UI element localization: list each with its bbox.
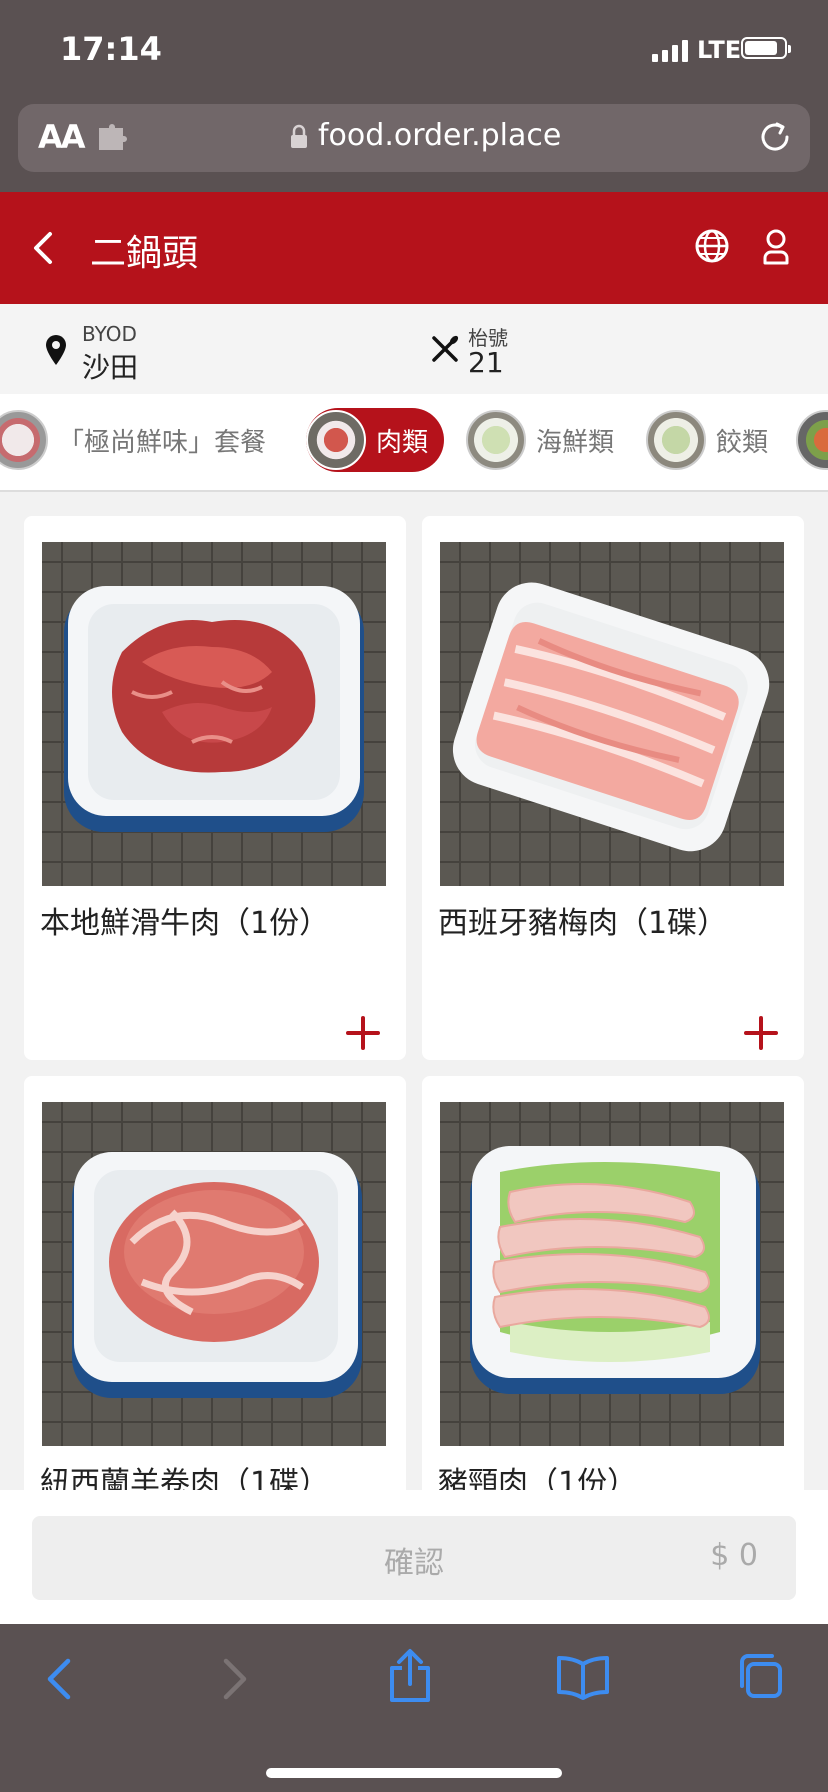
battery-icon: [741, 37, 791, 59]
share-icon[interactable]: [386, 1648, 434, 1704]
app-header: 二鍋頭: [0, 192, 828, 304]
status-bar: 17:14 LTE: [0, 0, 828, 96]
user-icon[interactable]: [762, 228, 790, 266]
product-name: 本地鮮滑牛肉（1份）: [40, 906, 330, 941]
product-image: [42, 1102, 386, 1446]
category-label: 餃類: [716, 427, 769, 458]
browser-url-area: AA food.order.place: [0, 96, 828, 192]
restaurant-title: 二鍋頭: [90, 233, 199, 274]
extension-icon[interactable]: [96, 124, 130, 152]
category-tab-active[interactable]: 肉類: [306, 408, 445, 472]
product-image: [42, 542, 386, 886]
category-thumbnail: [466, 410, 526, 470]
browser-back-icon[interactable]: [42, 1656, 76, 1702]
table-number: 21: [468, 346, 504, 379]
text-size-button[interactable]: AA: [38, 118, 86, 156]
globe-icon[interactable]: [694, 228, 730, 264]
category-thumbnail: [646, 410, 706, 470]
browser-toolbar: [0, 1624, 828, 1792]
category-label: 「極尚鮮味」套餐: [58, 427, 267, 458]
location-pin-icon: [46, 335, 66, 365]
category-tab[interactable]: 餃類: [646, 408, 768, 472]
product-grid: 本地鮮滑牛肉（1份） 西班牙豬梅肉（1碟） 紐西蘭羊卷肉（1碟） 豬頸肉（1份）: [0, 490, 828, 1490]
home-indicator: [266, 1768, 562, 1778]
add-icon[interactable]: [346, 1016, 380, 1050]
address-bar[interactable]: AA food.order.place: [18, 104, 810, 172]
order-total: $ 0: [710, 1538, 758, 1573]
back-icon[interactable]: [28, 230, 56, 266]
reload-icon[interactable]: [756, 118, 794, 156]
status-time: 17:14: [60, 30, 162, 68]
product-name: 紐西蘭羊卷肉（1碟）: [40, 1466, 330, 1490]
product-image: [440, 542, 784, 886]
confirm-button[interactable]: 確認 $ 0: [32, 1516, 796, 1600]
category-tab[interactable]: [796, 408, 828, 472]
product-name: 西班牙豬梅肉（1碟）: [438, 906, 728, 941]
product-card[interactable]: 本地鮮滑牛肉（1份）: [24, 516, 406, 1060]
category-tab[interactable]: 海鮮類: [466, 408, 614, 472]
category-label: 肉類: [376, 427, 429, 458]
category-tab[interactable]: 「極尚鮮味」套餐: [0, 408, 266, 472]
browser-forward-icon[interactable]: [218, 1656, 252, 1702]
utensils-icon: [432, 335, 459, 362]
store-label: BYOD: [82, 322, 137, 346]
store-name: 沙田: [82, 351, 139, 384]
tabs-icon[interactable]: [734, 1650, 784, 1700]
order-info-bar: BYOD 沙田 枱號 21: [0, 304, 828, 394]
add-icon[interactable]: [744, 1016, 778, 1050]
url-text[interactable]: food.order.place: [318, 118, 561, 153]
product-image: [440, 1102, 784, 1446]
product-card[interactable]: 西班牙豬梅肉（1碟）: [422, 516, 804, 1060]
category-label: 海鮮類: [536, 427, 615, 458]
category-tabs: 「極尚鮮味」套餐 肉類 海鮮類 餃類: [0, 394, 828, 492]
category-thumbnail: [796, 410, 828, 470]
bookmarks-icon[interactable]: [556, 1654, 610, 1700]
order-footer: 確認 $ 0: [0, 1490, 828, 1624]
category-thumbnail: [0, 410, 48, 470]
lock-icon: [291, 124, 307, 148]
product-card[interactable]: 紐西蘭羊卷肉（1碟）: [24, 1076, 406, 1490]
product-card[interactable]: 豬頸肉（1份）: [422, 1076, 804, 1490]
category-thumbnail: [306, 410, 366, 470]
product-name: 豬頸肉（1份）: [438, 1466, 638, 1490]
network-type: LTE: [697, 36, 742, 64]
confirm-label: 確認: [384, 1546, 444, 1581]
cellular-signal-icon: [652, 38, 688, 62]
